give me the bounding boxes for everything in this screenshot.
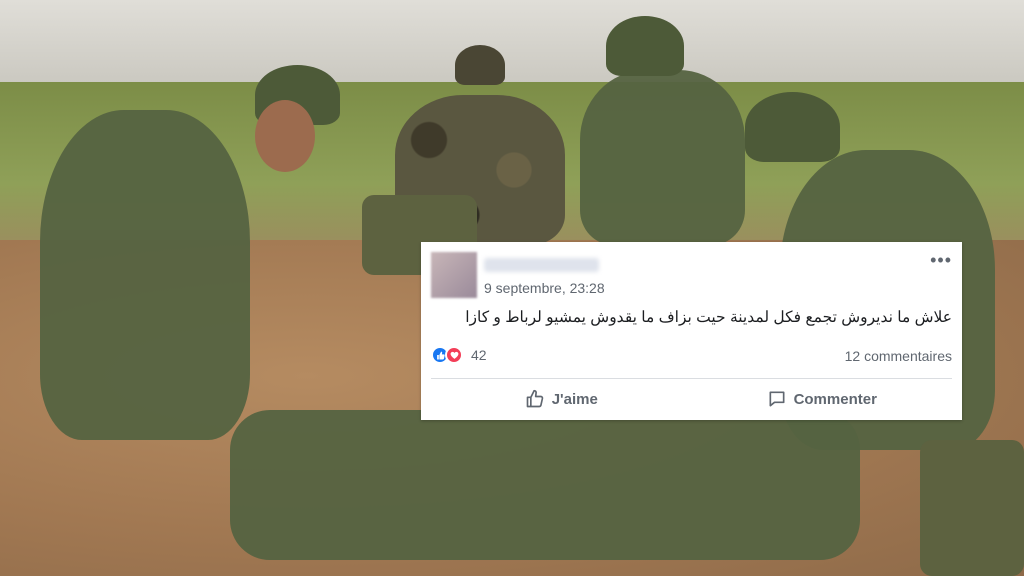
soldier-cap [606,16,684,76]
soldier-right-standing [580,70,745,245]
soldier-cap [455,45,505,85]
more-icon[interactable]: ••• [930,250,952,271]
soldier-face [255,100,315,172]
background-wall [0,0,1024,82]
soldier-lying [230,410,860,560]
backpack [920,440,1024,576]
love-reaction-icon [445,346,463,364]
soldier-left [40,110,250,440]
reaction-count: 42 [471,347,487,363]
soldier-cap [745,92,840,162]
author-name-blurred[interactable] [484,258,599,272]
post-timestamp[interactable]: 9 septembre, 23:28 [484,280,605,296]
like-label: J'aime [551,390,598,408]
divider [431,378,952,379]
avatar[interactable] [431,252,477,298]
comment-label: Commenter [793,390,877,408]
post-actions: J'aime Commenter [431,380,952,418]
comment-button[interactable]: Commenter [692,380,953,418]
facebook-post-card: 9 septembre, 23:28 ••• علاش ما نديروش تج… [421,242,962,420]
comments-count[interactable]: 12 commentaires [845,348,952,364]
post-text: علاش ما نديروش تجمع فكل لمدينة حيت بزاف … [465,309,952,326]
like-button[interactable]: J'aime [431,380,692,418]
reactions-summary[interactable]: 42 [431,346,487,364]
comment-icon [769,391,785,407]
thumbs-up-icon [526,389,543,408]
